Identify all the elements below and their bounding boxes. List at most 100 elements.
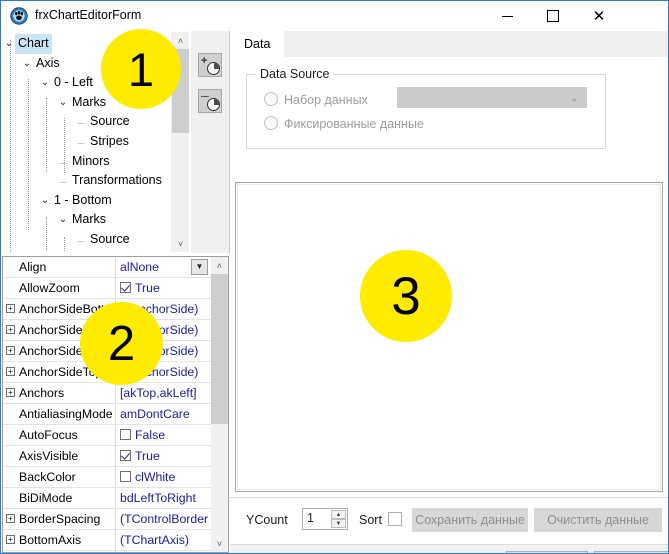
chevron-down-icon[interactable]: ⌄ — [3, 34, 15, 54]
propgrid-scroll-down-icon[interactable]: ˅ — [211, 535, 228, 552]
expand-icon[interactable]: + — [6, 535, 15, 544]
property-value-cell[interactable]: amDontCare — [120, 404, 209, 424]
chevron-down-icon[interactable]: ⌄ — [39, 73, 51, 93]
tree-toolbar: + ─ — [191, 31, 230, 253]
property-value-cell[interactable]: (TControlBorderSpacing) — [120, 509, 209, 529]
clear-data-button[interactable]: Очистить данные — [534, 508, 662, 532]
pie-chart-icon — [207, 98, 220, 111]
property-row[interactable]: BiDiMode bdLeftToRight — [3, 488, 211, 509]
property-column-divider — [115, 257, 116, 277]
save-data-button[interactable]: Сохранить данные — [412, 508, 528, 532]
expand-icon[interactable]: + — [6, 346, 15, 355]
dataset-combobox[interactable]: ⌄ — [397, 87, 587, 108]
property-row[interactable]: + Anchors [akTop,akLeft] — [3, 383, 211, 404]
chevron-down-icon[interactable]: ⌄ — [21, 54, 33, 74]
property-dropdown-button[interactable]: ▼ — [191, 259, 208, 275]
window-title: frxChartEditorForm — [35, 8, 142, 22]
tree-leaf-icon: — — [75, 252, 87, 253]
chevron-down-icon[interactable]: ⌄ — [39, 191, 51, 211]
tree-item-label: Stripes — [90, 133, 129, 148]
property-row[interactable]: + BottomAxis (TChartAxis) — [3, 530, 211, 551]
ycount-label: YCount — [246, 513, 288, 527]
radio-dataset[interactable]: Набор данных — [264, 92, 368, 107]
expand-icon[interactable]: + — [6, 514, 15, 523]
chevron-down-icon[interactable]: ⌄ — [57, 93, 69, 113]
property-column-divider — [115, 425, 116, 445]
tree-item-label: Minors — [72, 153, 110, 168]
tree-item-stripes[interactable]: —Stripes — [3, 132, 173, 152]
property-row[interactable]: AutoFocus False — [3, 425, 211, 446]
ycount-stepper-buttons[interactable]: ▲ ▼ — [331, 510, 346, 528]
maximize-icon — [547, 10, 559, 22]
property-value: True — [135, 449, 160, 463]
data-source-groupbox: Data Source Набор данных ⌄ Фиксированные… — [246, 67, 606, 149]
property-row[interactable]: Color clWhite — [3, 551, 211, 552]
property-value-cell[interactable]: (TChartAxis) — [120, 530, 209, 550]
property-row[interactable]: AllowZoom True — [3, 278, 211, 299]
ycount-stepper[interactable]: 1 ▲ ▼ — [302, 508, 348, 530]
chevron-down-icon: ⌄ — [570, 93, 578, 103]
tree-item-source[interactable]: — Source — [3, 112, 173, 132]
propgrid-scroll-up-icon[interactable]: ˄ — [211, 257, 228, 274]
property-row[interactable]: Align alNone ▼ — [3, 257, 211, 278]
maximize-button[interactable] — [530, 1, 576, 31]
close-button[interactable]: ✕ — [576, 1, 622, 31]
property-value-cell[interactable]: True — [120, 278, 209, 298]
expand-icon[interactable]: + — [6, 388, 15, 397]
property-name: AutoFocus — [19, 428, 78, 442]
tree-item-marks[interactable]: ⌄ Marks — [3, 210, 173, 230]
property-name: Anchors — [19, 386, 65, 400]
chart-editor-window: frxChartEditorForm ✕ ⌄ Chart ⌄ Axis ⌄ 0 - Lef… — [0, 0, 669, 554]
tree-scroll-down-icon[interactable]: ˅ — [172, 235, 189, 252]
property-name: BiDiMode — [19, 491, 73, 505]
delete-series-button[interactable]: ─ — [198, 89, 222, 113]
property-value: clWhite — [135, 470, 176, 484]
property-grid-scrollbar[interactable]: ˄ ˅ — [211, 257, 228, 552]
property-name: BorderSpacing — [19, 512, 101, 526]
radio-dataset-label: Набор данных — [284, 93, 368, 107]
property-row[interactable]: + BorderSpacing (TControlBorderSpacing) — [3, 509, 211, 530]
expand-icon[interactable]: + — [6, 325, 15, 334]
data-grid-area[interactable] — [235, 182, 663, 492]
chevron-down-icon[interactable]: ⌄ — [57, 210, 69, 230]
data-source-title: Data Source — [256, 67, 334, 81]
property-checkbox[interactable] — [120, 429, 131, 440]
tree-item-1-bottom[interactable]: ⌄ 1 - Bottom — [3, 191, 173, 211]
stepper-down-icon[interactable]: ▼ — [331, 519, 346, 528]
property-value-cell[interactable]: True — [120, 446, 209, 466]
property-value-cell[interactable]: alNone ▼ — [120, 257, 209, 277]
property-column-divider — [115, 551, 116, 552]
expand-icon[interactable]: + — [6, 304, 15, 313]
annotation-marker-2: 2 — [80, 302, 163, 385]
ycount-value: 1 — [307, 511, 314, 525]
minimize-button[interactable] — [484, 1, 530, 31]
property-column-divider — [115, 509, 116, 529]
property-checkbox[interactable] — [120, 450, 131, 461]
radio-fixed-data[interactable]: Фиксированные данные — [264, 116, 424, 131]
object-property-grid[interactable]: Align alNone ▼ AllowZoom True + AnchorSideBott… — [2, 256, 229, 553]
annotation-marker-3: 3 — [360, 250, 452, 342]
propgrid-scroll-thumb[interactable] — [211, 274, 228, 424]
tree-item-stripes[interactable]: —Stripes — [3, 250, 173, 253]
tab-data[interactable]: Data — [230, 31, 285, 58]
tab-strip: Data — [230, 31, 668, 58]
tree-item-source[interactable]: — Source — [3, 230, 173, 250]
tree-item-transformations[interactable]: — Transformations — [3, 171, 173, 191]
stepper-up-icon[interactable]: ▲ — [331, 510, 346, 519]
data-grid-inner — [237, 184, 661, 490]
property-value-cell[interactable]: False — [120, 425, 209, 445]
add-series-button[interactable]: + — [198, 53, 222, 77]
property-value-cell[interactable]: clWhite — [120, 467, 209, 487]
tree-item-minors[interactable]: — Minors — [3, 152, 173, 172]
property-row[interactable]: AntialiasingMode amDontCare — [3, 404, 211, 425]
property-value-cell[interactable]: clWhite — [120, 551, 209, 552]
tree-item-label: Transformations — [72, 173, 162, 188]
sort-checkbox[interactable] — [388, 512, 402, 526]
expand-icon[interactable]: + — [6, 367, 15, 376]
property-value-cell[interactable]: bdLeftToRight — [120, 488, 209, 508]
property-checkbox[interactable] — [120, 282, 131, 293]
property-column-divider — [115, 383, 116, 403]
property-value-cell[interactable]: [akTop,akLeft] — [120, 383, 209, 403]
property-row[interactable]: AxisVisible True — [3, 446, 211, 467]
property-row[interactable]: BackColor clWhite — [3, 467, 211, 488]
